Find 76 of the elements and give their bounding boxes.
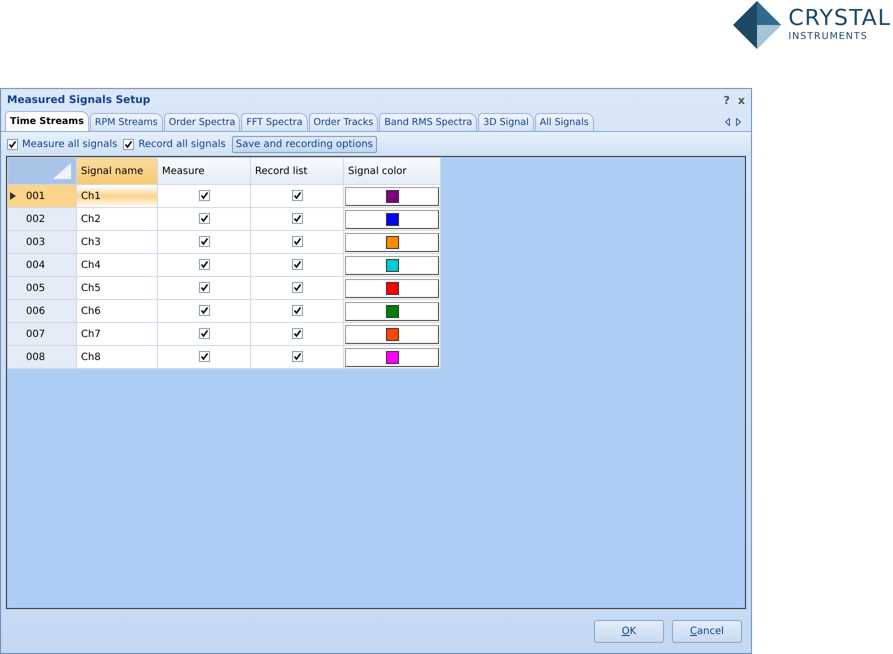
options-button[interactable]: Save and recording options bbox=[232, 136, 377, 152]
record-checkbox[interactable] bbox=[292, 304, 302, 316]
row-number: 002 bbox=[26, 214, 46, 224]
row-header[interactable]: 004 bbox=[8, 254, 76, 276]
row-header[interactable]: 006 bbox=[8, 300, 76, 322]
row-number: 008 bbox=[26, 352, 46, 362]
measure-checkbox[interactable] bbox=[198, 236, 210, 246]
row-header[interactable]: 007 bbox=[8, 322, 76, 346]
color-picker-button[interactable] bbox=[345, 256, 439, 274]
table-cell: Ch4 bbox=[76, 254, 158, 276]
close-button[interactable]: x bbox=[738, 94, 745, 106]
table-cell: Ch8 bbox=[76, 346, 158, 368]
record-checkbox[interactable] bbox=[292, 328, 302, 338]
scroll-right-icon[interactable] bbox=[736, 118, 741, 126]
row-number: 003 bbox=[26, 236, 46, 248]
row-number: 005 bbox=[26, 282, 46, 294]
scroll-left-icon[interactable] bbox=[725, 118, 730, 126]
help-button[interactable]: ? bbox=[724, 94, 730, 106]
row-header[interactable]: 002 bbox=[8, 208, 76, 230]
row-number: 006 bbox=[26, 306, 46, 316]
tab[interactable]: RPM Streams bbox=[90, 113, 163, 131]
record-checkbox[interactable] bbox=[292, 282, 302, 292]
diamond-logo-icon bbox=[732, 0, 782, 50]
row-number: 001 bbox=[26, 190, 46, 202]
checkbox-label: Record all signals bbox=[138, 138, 226, 150]
record-checkbox[interactable] bbox=[292, 236, 302, 246]
record-checkbox[interactable] bbox=[292, 190, 302, 200]
record-all-checkbox[interactable] bbox=[123, 138, 134, 150]
tab[interactable]: FFT Spectra bbox=[241, 113, 308, 131]
tab[interactable]: Time Streams bbox=[5, 111, 89, 131]
row-header[interactable]: 005 bbox=[8, 276, 76, 300]
tab[interactable]: All Signals bbox=[534, 113, 594, 131]
measure-checkbox[interactable] bbox=[198, 328, 210, 338]
table-cell: Ch2 bbox=[76, 208, 158, 230]
color-picker-button[interactable] bbox=[345, 186, 439, 206]
dialog-button[interactable]: OK bbox=[594, 620, 664, 642]
row-header[interactable]: 008 bbox=[8, 346, 76, 368]
measure-checkbox[interactable] bbox=[198, 212, 210, 224]
column-header[interactable]: Measure bbox=[158, 158, 250, 184]
table-cell: Ch1 bbox=[76, 184, 158, 208]
row-number: 007 bbox=[26, 328, 46, 340]
color-picker-button[interactable] bbox=[345, 324, 439, 344]
row-number: 004 bbox=[26, 260, 46, 270]
table-cell: Ch5 bbox=[76, 276, 158, 300]
table-cell: Ch7 bbox=[76, 322, 158, 346]
color-picker-button[interactable] bbox=[345, 210, 439, 228]
color-picker-button[interactable] bbox=[345, 302, 439, 320]
column-header[interactable]: Record list bbox=[250, 158, 344, 184]
checkbox-label: Measure all signals bbox=[22, 138, 118, 150]
logo-subtitle: INSTRUMENTS bbox=[788, 32, 869, 42]
column-header[interactable]: Signal name bbox=[76, 158, 158, 184]
dialog-button[interactable]: Cancel bbox=[672, 620, 742, 642]
measure-checkbox[interactable] bbox=[198, 304, 210, 316]
measure-checkbox[interactable] bbox=[198, 190, 210, 200]
logo-wordmark: CRYSTAL bbox=[788, 8, 891, 30]
table-cell: Ch3 bbox=[76, 230, 158, 254]
record-checkbox[interactable] bbox=[292, 350, 302, 362]
table-cell: Ch6 bbox=[76, 300, 158, 322]
color-picker-button[interactable] bbox=[345, 232, 439, 252]
record-checkbox[interactable] bbox=[292, 212, 302, 224]
measure-checkbox[interactable] bbox=[198, 282, 210, 292]
color-picker-button[interactable] bbox=[345, 348, 439, 366]
measure-all-checkbox[interactable] bbox=[7, 138, 18, 150]
row-header[interactable]: 001 bbox=[8, 184, 76, 208]
column-header[interactable]: Signal color bbox=[344, 158, 440, 184]
tab[interactable]: Band RMS Spectra bbox=[379, 113, 478, 131]
window-title: Measured Signals Setup bbox=[7, 94, 152, 106]
tab[interactable]: Order Spectra bbox=[164, 113, 240, 131]
record-checkbox[interactable] bbox=[292, 258, 302, 270]
measure-checkbox[interactable] bbox=[198, 258, 210, 270]
tab[interactable]: Order Tracks bbox=[308, 113, 378, 131]
color-picker-button[interactable] bbox=[345, 278, 439, 298]
tab[interactable]: 3D Signal bbox=[478, 113, 534, 131]
measure-checkbox[interactable] bbox=[198, 350, 210, 362]
row-pointer-icon bbox=[10, 192, 16, 200]
row-header[interactable]: 003 bbox=[8, 230, 76, 254]
